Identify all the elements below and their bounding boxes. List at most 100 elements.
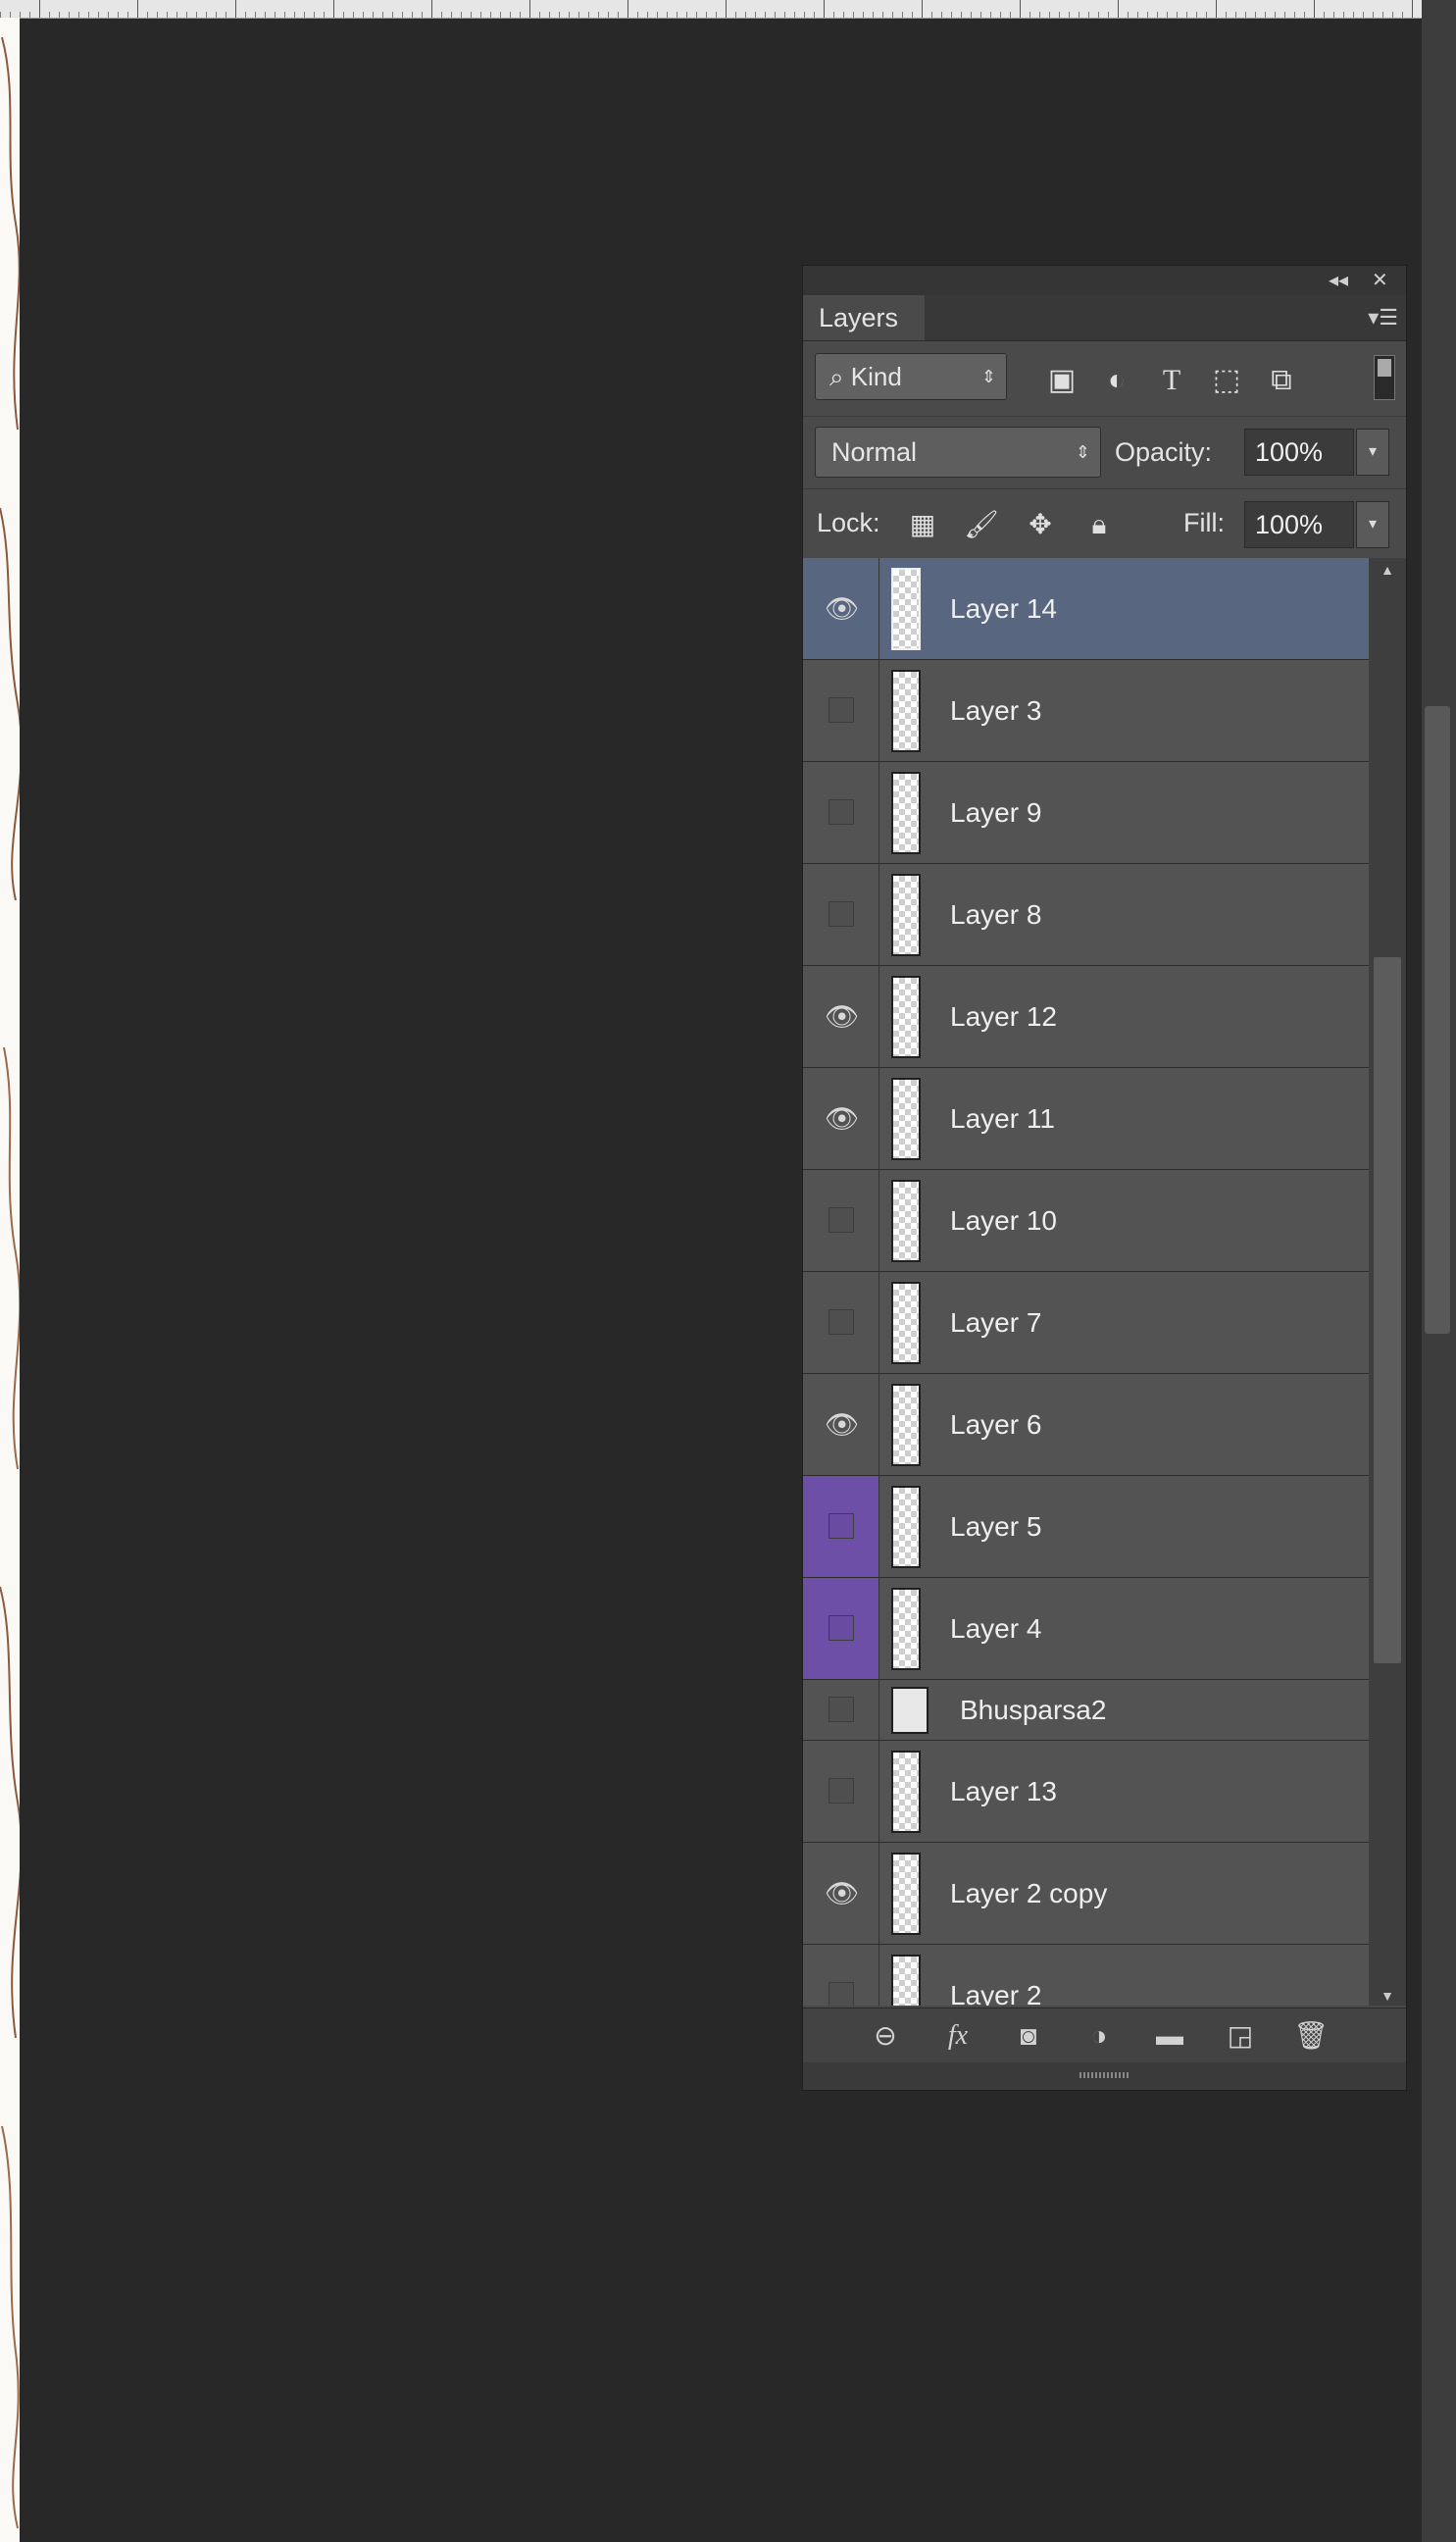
layer-thumbnail[interactable]	[891, 1281, 921, 1364]
lock-row: Lock: ▦ 🖌︎ ✥ 🔒︎ Fill: 100% ▾	[803, 488, 1406, 559]
new-group-icon[interactable]: ▬	[1150, 2018, 1189, 2054]
lock-image-pixels-icon[interactable]: 🖌︎	[964, 507, 999, 542]
layer-name[interactable]: Layer 6	[950, 1374, 1041, 1476]
layer-row[interactable]: Bhusparsa2	[803, 1680, 1369, 1741]
visibility-toggle[interactable]: 👁︎	[803, 558, 879, 659]
layer-thumbnail[interactable]	[891, 873, 921, 956]
layer-thumbnail[interactable]	[891, 1587, 921, 1670]
layer-mask-icon[interactable]: ◙	[1009, 2018, 1048, 2054]
visibility-toggle[interactable]	[803, 1945, 879, 2006]
panel-menu-icon[interactable]: ▾☰	[1368, 305, 1398, 330]
layer-row[interactable]: Layer 13	[803, 1741, 1369, 1843]
layer-thumbnail[interactable]	[891, 975, 921, 1058]
visibility-toggle[interactable]	[803, 1680, 879, 1740]
scroll-down-icon[interactable]: ▼	[1374, 1988, 1401, 2004]
ruler-tick	[137, 0, 138, 18]
blend-mode-value: Normal	[831, 437, 918, 467]
adjustment-layer-icon[interactable]: ◑	[1079, 2018, 1119, 2054]
filter-toggle-switch[interactable]	[1374, 355, 1395, 400]
layer-row[interactable]: 👁︎ Layer 6	[803, 1374, 1369, 1476]
layer-name[interactable]: Layer 8	[950, 864, 1041, 966]
blend-mode-select[interactable]: Normal ⇕	[815, 427, 1101, 478]
layer-row[interactable]: Layer 8	[803, 864, 1369, 966]
lock-transparent-pixels-icon[interactable]: ▦	[905, 507, 940, 542]
collapse-panel-icon[interactable]: ◂◂	[1329, 270, 1348, 291]
fill-field[interactable]: 100%	[1244, 501, 1354, 548]
layer-row[interactable]: Layer 10	[803, 1170, 1369, 1272]
delete-layer-icon[interactable]: 🗑︎	[1291, 2018, 1330, 2054]
close-panel-icon[interactable]: ✕	[1372, 270, 1388, 291]
visibility-toggle[interactable]	[803, 1476, 879, 1577]
layer-row[interactable]: 👁︎ Layer 14	[803, 558, 1369, 660]
layer-name[interactable]: Layer 9	[950, 762, 1041, 864]
layer-row[interactable]: Layer 4	[803, 1578, 1369, 1680]
layer-row[interactable]: Layer 9	[803, 762, 1369, 864]
layer-name[interactable]: Layer 2 copy	[950, 1843, 1107, 1945]
tab-layers[interactable]: Layers	[803, 295, 925, 340]
scroll-up-icon[interactable]: ▲	[1374, 562, 1401, 578]
layer-row[interactable]: 👁︎ Layer 11	[803, 1068, 1369, 1170]
layer-thumbnail[interactable]	[891, 1852, 921, 1935]
visibility-toggle[interactable]	[803, 1578, 879, 1679]
ruler-tick	[333, 0, 334, 18]
fill-dropdown-icon[interactable]: ▾	[1356, 501, 1389, 548]
layers-scroll-thumb[interactable]	[1374, 957, 1401, 1663]
visibility-toggle[interactable]: 👁︎	[803, 966, 879, 1067]
layer-row[interactable]: Layer 7	[803, 1272, 1369, 1374]
layer-row[interactable]: Layer 3	[803, 660, 1369, 762]
type-filter-icon[interactable]: T	[1154, 363, 1189, 398]
layer-row[interactable]: Layer 2	[803, 1945, 1369, 2006]
visibility-toggle[interactable]	[803, 1170, 879, 1271]
layers-bottom-toolbar: ⊖ fx ◙ ◑ ▬ ◲ 🗑︎	[803, 2008, 1406, 2063]
layer-thumbnail[interactable]	[891, 1750, 921, 1833]
lock-position-icon[interactable]: ✥	[1023, 507, 1058, 542]
layer-name[interactable]: Layer 10	[950, 1170, 1057, 1272]
layer-thumbnail[interactable]	[891, 771, 921, 854]
document-scroll-thumb[interactable]	[1425, 706, 1450, 1334]
layer-thumbnail[interactable]	[891, 669, 921, 752]
visibility-toggle[interactable]	[803, 1272, 879, 1373]
layer-thumbnail[interactable]	[891, 1179, 921, 1262]
layer-row[interactable]: Layer 5	[803, 1476, 1369, 1578]
adjustment-filter-icon[interactable]: ◐	[1099, 363, 1134, 398]
visibility-toggle[interactable]	[803, 1741, 879, 1842]
layer-name[interactable]: Layer 12	[950, 966, 1057, 1068]
panel-title-bar[interactable]: ◂◂ ✕	[803, 266, 1406, 295]
opacity-field[interactable]: 100%	[1244, 429, 1354, 476]
fx-icon[interactable]: fx	[938, 2018, 978, 2054]
shape-filter-icon[interactable]: ⬚	[1209, 363, 1244, 398]
layer-thumbnail[interactable]	[891, 567, 921, 650]
new-layer-icon[interactable]: ◲	[1221, 2018, 1260, 2054]
smart-object-thumbnail[interactable]	[891, 1686, 929, 1734]
layer-name[interactable]: Layer 2	[950, 1945, 1041, 2006]
layer-thumbnail[interactable]	[891, 1383, 921, 1466]
visibility-toggle[interactable]: 👁︎	[803, 1374, 879, 1475]
document-canvas[interactable]	[0, 18, 20, 2542]
layer-row[interactable]: 👁︎ Layer 2 copy	[803, 1843, 1369, 1945]
visibility-toggle[interactable]	[803, 762, 879, 863]
visibility-toggle[interactable]: 👁︎	[803, 1843, 879, 1944]
opacity-dropdown-icon[interactable]: ▾	[1356, 429, 1389, 476]
visibility-toggle[interactable]: 👁︎	[803, 1068, 879, 1169]
link-layers-icon[interactable]: ⊖	[866, 2018, 905, 2054]
lock-all-icon[interactable]: 🔒︎	[1081, 507, 1117, 542]
visibility-toggle[interactable]	[803, 660, 879, 761]
layer-name[interactable]: Layer 5	[950, 1476, 1041, 1578]
layer-name[interactable]: Layer 11	[950, 1068, 1055, 1170]
layer-name[interactable]: Bhusparsa2	[960, 1680, 1106, 1741]
layer-thumbnail[interactable]	[891, 1485, 921, 1568]
layer-name[interactable]: Layer 3	[950, 660, 1041, 762]
visibility-toggle[interactable]	[803, 864, 879, 965]
select-arrows-icon: ⇕	[1075, 442, 1090, 462]
layer-name[interactable]: Layer 7	[950, 1272, 1041, 1374]
smart-object-filter-icon[interactable]: ⧉	[1264, 363, 1299, 398]
layer-thumbnail[interactable]	[891, 1954, 921, 2006]
layer-name[interactable]: Layer 14	[950, 558, 1057, 660]
image-filter-icon[interactable]: ▣	[1044, 363, 1079, 398]
panel-resize-grip[interactable]	[803, 2062, 1406, 2090]
layer-name[interactable]: Layer 13	[950, 1741, 1057, 1843]
layer-name[interactable]: Layer 4	[950, 1578, 1041, 1680]
filter-kind-select[interactable]: ⌕ Kind ⇕	[815, 353, 1007, 400]
layer-row[interactable]: 👁︎ Layer 12	[803, 966, 1369, 1068]
layer-thumbnail[interactable]	[891, 1077, 921, 1160]
